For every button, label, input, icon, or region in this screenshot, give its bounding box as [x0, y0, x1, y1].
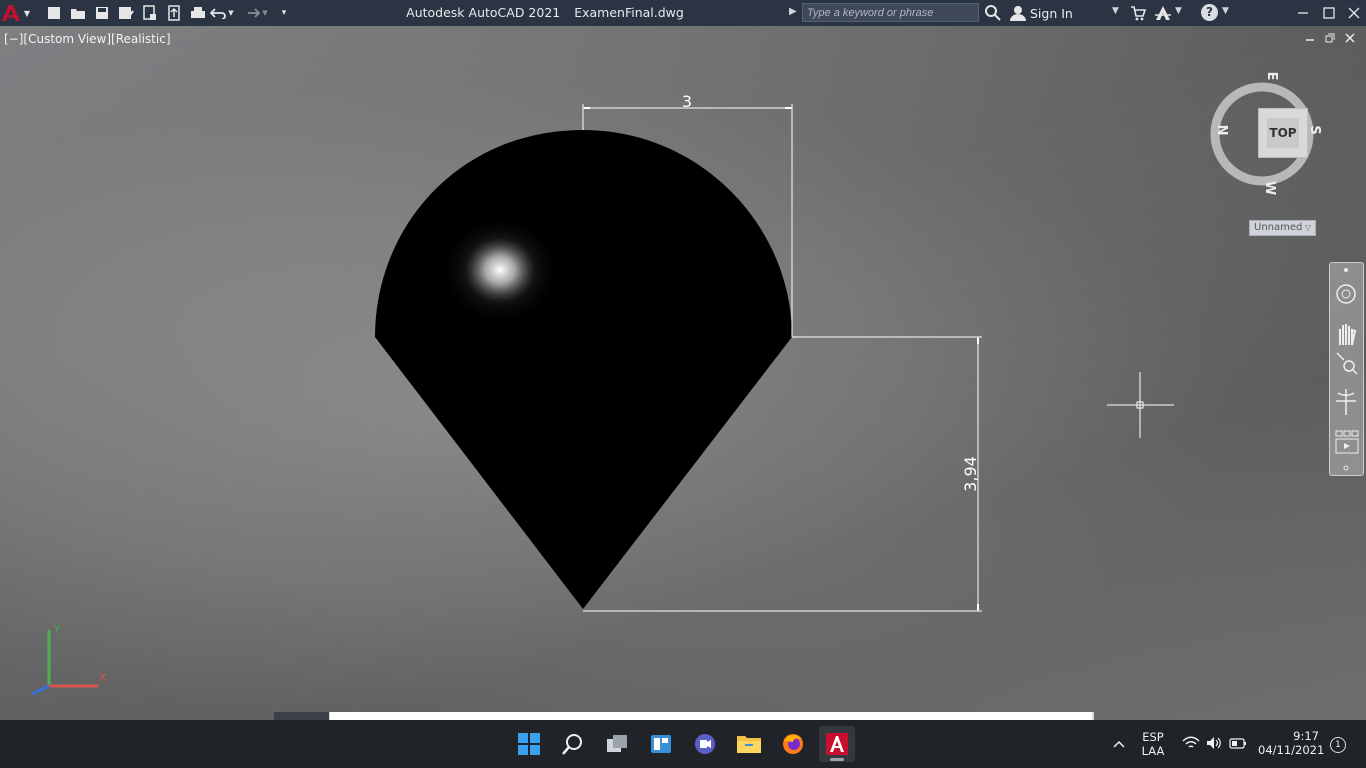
wifi-icon[interactable]: [1182, 736, 1200, 750]
cart-icon[interactable]: [1130, 5, 1146, 21]
task-view-icon: [607, 735, 627, 752]
chevron-down-icon: ▽: [1304, 223, 1311, 232]
widgets-button[interactable]: [643, 726, 679, 762]
input-language[interactable]: ESP LAA: [1140, 730, 1166, 758]
windows-icon: [518, 733, 540, 755]
ucs-x-label: X: [99, 671, 107, 684]
firefox-button[interactable]: [775, 726, 811, 762]
compass-south[interactable]: S: [1307, 125, 1322, 134]
sign-in-button[interactable]: Sign In: [1030, 6, 1073, 21]
battery-icon[interactable]: [1229, 738, 1247, 749]
firefox-icon: [783, 734, 803, 754]
orbit-icon[interactable]: [1336, 389, 1356, 415]
chat-icon: [695, 734, 715, 754]
steering-wheel-icon[interactable]: [1336, 284, 1356, 304]
autocad-icon: [826, 733, 848, 755]
autodesk-a360-icon[interactable]: [1154, 4, 1172, 22]
showmotion-icon[interactable]: [1335, 430, 1359, 454]
close-button[interactable]: [1342, 0, 1366, 26]
search-icon[interactable]: [984, 4, 1002, 22]
taskbar: ESP LAA 9:17 04/11/2021 1: [0, 720, 1366, 768]
specular-highlight: [440, 215, 560, 325]
maximize-button[interactable]: [1316, 0, 1342, 26]
teams-chat-button[interactable]: [687, 726, 723, 762]
start-button[interactable]: [511, 726, 547, 762]
command-line[interactable]: [274, 712, 1094, 720]
dimension-height-text: 3,94: [961, 456, 980, 492]
notification-badge[interactable]: 1: [1330, 737, 1346, 753]
user-icon[interactable]: [1009, 4, 1027, 22]
active-indicator: [830, 758, 844, 761]
minimize-button[interactable]: [1290, 0, 1316, 26]
maximize-icon: [1323, 7, 1335, 19]
close-icon: [1348, 7, 1360, 19]
minimize-icon: [1298, 12, 1308, 14]
drawing-scene: 3 3,94 E N S W Y X: [31, 72, 1322, 696]
navigation-bar: [1329, 262, 1364, 476]
command-input[interactable]: [330, 712, 1092, 720]
chevron-up-icon[interactable]: [1112, 738, 1126, 750]
crosshair-cursor: [1107, 372, 1174, 438]
autocad-taskbar-button[interactable]: [819, 726, 855, 762]
search-icon: [562, 734, 582, 755]
folder-icon: [737, 736, 761, 753]
compass-north[interactable]: N: [1214, 125, 1229, 136]
help-icon[interactable]: ?: [1201, 4, 1218, 21]
compass-east[interactable]: E: [1264, 72, 1279, 81]
volume-icon[interactable]: [1206, 736, 1222, 750]
title-bar: ▼ ▼ ▼ ▾ Autodesk AutoCAD 2021 ExamenFina…: [0, 0, 1366, 26]
search-expand-icon[interactable]: ▶: [789, 6, 799, 20]
drawing-viewport[interactable]: [−][Custom View][Realistic] 3 3,94 E N S…: [0, 26, 1366, 720]
ucs-y-label: Y: [53, 624, 61, 635]
navbar-tools: [1335, 268, 1359, 471]
clock-date: 04/11/2021: [1258, 743, 1325, 757]
wcs-menu-label: Unnamed: [1254, 222, 1303, 233]
viewcube-top-label: TOP: [1267, 118, 1299, 148]
clock-time: 9:17: [1293, 729, 1319, 743]
viewcube-face-top[interactable]: TOP: [1258, 108, 1308, 158]
search-taskbar-button[interactable]: [555, 726, 591, 762]
chevron-down-icon[interactable]: ▼: [1112, 6, 1119, 16]
wcs-menu-dropdown[interactable]: Unnamed ▽: [1249, 220, 1316, 236]
compass-west[interactable]: W: [1262, 181, 1277, 195]
pan-hand-icon[interactable]: [1339, 324, 1357, 346]
widgets-icon: [651, 735, 671, 753]
ucs-icon: Y X: [31, 624, 107, 696]
app-name: Autodesk AutoCAD 2021: [406, 5, 561, 20]
teardrop-solid[interactable]: [375, 130, 792, 609]
file-explorer-button[interactable]: [731, 726, 767, 762]
search-input[interactable]: [802, 3, 979, 22]
chevron-down-icon[interactable]: ▼: [1222, 6, 1229, 16]
command-line-handle[interactable]: [274, 712, 329, 720]
dimension-width-text: 3: [682, 92, 692, 111]
language-label: ESP: [1142, 730, 1164, 744]
zoom-extents-icon[interactable]: [1336, 352, 1358, 375]
file-name: ExamenFinal.dwg: [574, 5, 684, 20]
task-view-button[interactable]: [599, 726, 635, 762]
clock[interactable]: 9:17 04/11/2021: [1258, 729, 1324, 757]
keyboard-layout-label: LAA: [1141, 744, 1165, 758]
chevron-down-icon[interactable]: ▼: [1175, 6, 1182, 16]
